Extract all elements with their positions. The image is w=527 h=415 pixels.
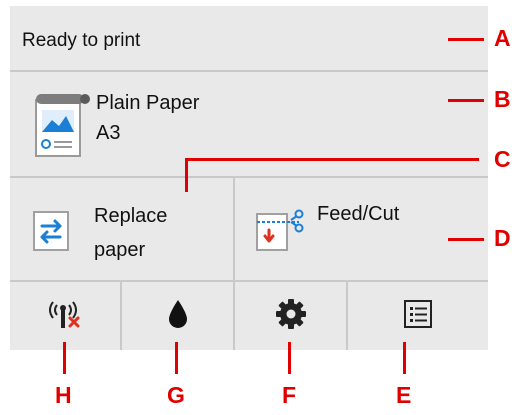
callout-line-b (448, 99, 484, 102)
callout-line-c-vertical (185, 158, 188, 192)
feed-cut-button[interactable]: Feed/Cut (235, 178, 488, 280)
media-type-label: Plain Paper (96, 92, 200, 114)
media-size-label: A3 (96, 122, 121, 144)
wireless-disconnected-icon (43, 296, 87, 337)
callout-label-e: E (396, 382, 412, 408)
callout-line-f (288, 342, 291, 374)
feed-cut-label: Feed/Cut (317, 203, 400, 225)
paper-roll-icon (28, 86, 92, 167)
callout-label-d: D (494, 225, 511, 251)
callout-label-c: C (494, 146, 511, 172)
list-menu-icon (403, 299, 433, 334)
replace-paper-button[interactable]: Replace paper (10, 178, 233, 280)
replace-paper-icon (32, 210, 72, 257)
callout-line-h (63, 342, 66, 374)
status-text: Ready to print (22, 30, 141, 51)
callout-label-h: H (55, 382, 72, 408)
replace-label-line1: Replace (94, 205, 168, 227)
callout-label-b: B (494, 86, 511, 112)
feed-cut-icon (255, 208, 307, 257)
replace-label-line2: paper (94, 239, 146, 261)
callout-label-f: F (282, 382, 297, 408)
callout-label-a: A (494, 25, 511, 51)
ink-drop-icon (166, 298, 190, 335)
callout-line-d (448, 238, 484, 241)
callout-label-g: G (167, 382, 185, 408)
callout-line-c-horizontal (185, 158, 479, 161)
settings-button[interactable] (235, 282, 346, 350)
callout-line-g (175, 342, 178, 374)
callout-line-a (448, 38, 484, 41)
menu-button[interactable] (348, 282, 488, 350)
wireless-status-button[interactable] (10, 282, 120, 350)
ink-status-button[interactable] (122, 282, 233, 350)
callout-line-e (403, 342, 406, 374)
gear-icon (275, 298, 307, 335)
